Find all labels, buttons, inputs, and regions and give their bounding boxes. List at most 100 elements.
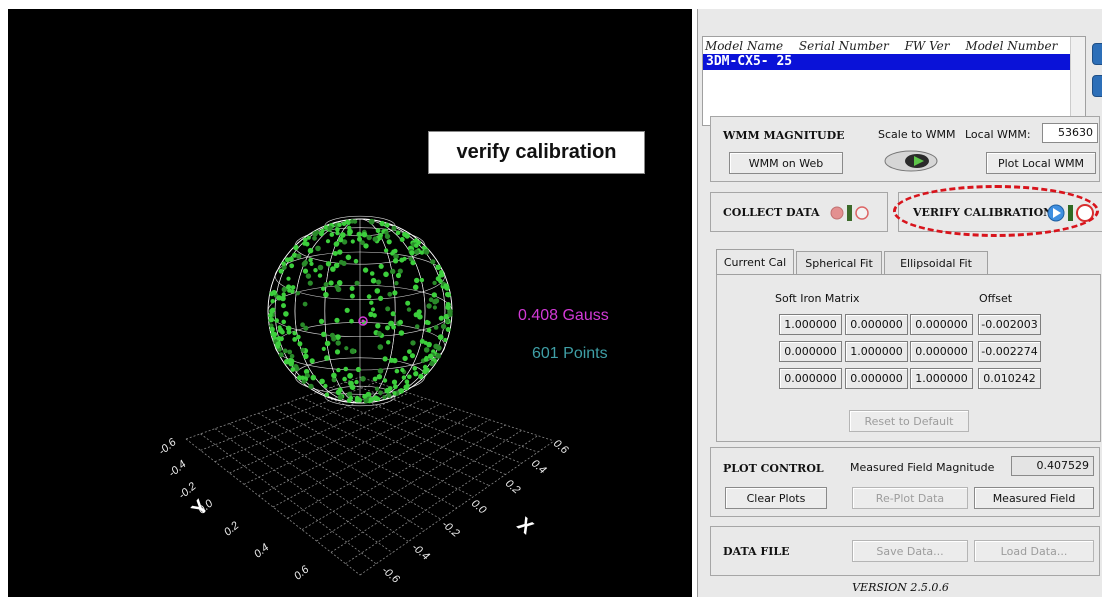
data-point [281,303,286,309]
data-point [295,291,301,296]
data-point [368,218,375,225]
data-point [374,386,380,391]
data-point [398,319,403,325]
device-row-selected[interactable]: 3DM-CX5- 25 [703,54,1073,70]
reset-to-default-button[interactable]: Reset to Default [849,410,969,432]
scale-to-wmm-toggle[interactable] [883,149,939,173]
matrix-cell[interactable]: 1.000000 [845,341,908,362]
data-point [409,250,415,256]
column-fw-ver[interactable]: FW Ver [905,39,950,53]
data-point [372,313,377,318]
device-list[interactable]: Model Name Serial Number FW Ver Model Nu… [702,36,1086,126]
measured-field-button[interactable]: Measured Field [974,487,1094,509]
data-point [363,398,369,404]
data-point [354,379,359,385]
data-point [432,280,437,286]
data-point [405,300,411,306]
plot-local-wmm-button[interactable]: Plot Local WMM [986,152,1096,174]
data-point [334,317,340,323]
data-point [386,340,391,345]
save-data-button[interactable]: Save Data... [852,540,968,562]
data-point [324,392,330,397]
data-point [395,230,401,235]
data-point [334,241,340,246]
load-data-button[interactable]: Load Data... [974,540,1094,562]
device-list-header: Model Name Serial Number FW Ver Model Nu… [705,39,1069,53]
data-point [325,239,331,244]
data-point [432,298,438,305]
data-point [414,324,420,329]
matrix-cell[interactable]: 1.000000 [910,368,973,389]
clear-plots-button[interactable]: Clear Plots [725,487,827,509]
data-point [307,247,314,254]
data-point [321,286,326,291]
3d-plot-viewport[interactable]: verify calibration 0.408 Gauss 601 Point… [8,9,692,597]
data-point [350,239,355,244]
data-point [276,295,282,301]
data-point [318,231,324,237]
tab-current-cal[interactable]: Current Cal [716,249,794,275]
data-point [395,272,402,279]
data-point [318,318,325,324]
data-point [289,263,295,269]
data-point [327,225,333,231]
data-point [286,284,292,290]
data-point [412,284,419,291]
data-point [399,237,405,242]
data-point [423,347,430,353]
data-point [377,368,384,374]
data-point [394,281,399,286]
tab-spherical-fit[interactable]: Spherical Fit [796,251,882,275]
data-point [377,344,384,350]
data-point [414,243,419,248]
data-point [290,285,296,290]
matrix-cell[interactable]: 0.000000 [845,314,908,335]
tab-ellipsoidal-fit[interactable]: Ellipsoidal Fit [884,251,988,275]
stop-icon[interactable] [855,206,869,220]
data-point [335,340,341,346]
data-point [418,373,424,380]
data-point [394,368,400,374]
offset-cell[interactable]: -0.002003 [978,314,1041,335]
matrix-cell[interactable]: 0.000000 [845,368,908,389]
data-point [283,311,289,317]
data-point [282,348,288,354]
help-icon[interactable] [1092,43,1102,65]
re-plot-data-button[interactable]: Re-Plot Data [852,487,968,509]
data-point [401,375,407,380]
offset-cell[interactable]: 0.010242 [978,368,1041,389]
data-point [412,366,418,371]
data-point [435,353,442,359]
column-model-name[interactable]: Model Name [705,39,783,53]
matrix-cell[interactable]: 0.000000 [910,314,973,335]
data-point [376,331,382,337]
collect-data-group: COLLECT DATA [710,192,888,232]
data-point [438,315,444,321]
data-point [278,352,284,358]
floor-grid-line [301,419,490,531]
data-point [407,374,412,380]
data-point [329,232,335,237]
record-icon[interactable] [830,206,844,220]
data-point [328,280,334,286]
data-point [432,305,437,310]
matrix-cell[interactable]: 0.000000 [779,341,842,362]
data-point [375,323,381,329]
column-model-number[interactable]: Model Number [965,39,1057,53]
matrix-cell[interactable]: 0.000000 [779,368,842,389]
data-point [339,232,346,238]
matrix-cell[interactable]: 1.000000 [779,314,842,335]
wmm-on-web-button[interactable]: WMM on Web [729,152,843,174]
data-point [344,307,350,313]
column-serial-number[interactable]: Serial Number [799,39,889,53]
data-point [416,309,422,315]
offset-cell[interactable]: -0.002274 [978,341,1041,362]
info-icon[interactable] [1092,75,1102,97]
data-point [337,222,342,228]
local-wmm-field[interactable]: 53630 [1042,123,1098,143]
data-point [440,323,447,330]
device-list-scrollbar[interactable] [1070,37,1085,125]
data-point [292,331,297,336]
matrix-cell[interactable]: 0.000000 [910,341,973,362]
floor-grid-line [287,402,474,498]
